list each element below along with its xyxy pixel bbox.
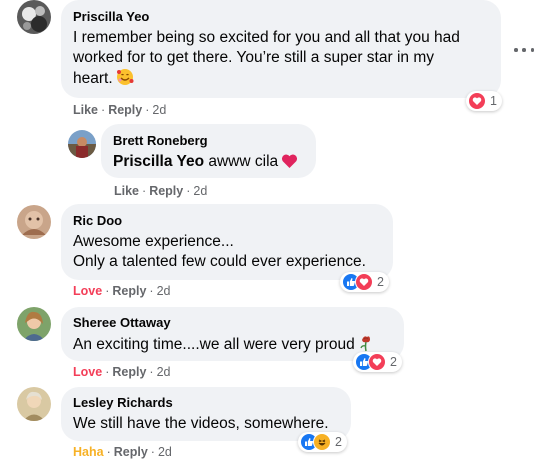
smiling-face-with-hearts-emoji [116,68,134,92]
reply-button[interactable]: Reply [114,445,148,459]
comment-text: I remember being so excited for you and … [73,28,489,92]
comment-author[interactable]: Ric Doo [73,213,381,229]
haha-reaction-icon [313,433,331,451]
dot [530,48,534,52]
like-button[interactable]: Like [73,103,98,117]
avatar-ric-doo[interactable] [17,205,51,239]
reaction-count: 1 [490,94,497,108]
reply-button[interactable]: Reply [108,103,142,117]
comment-author[interactable]: Priscilla Yeo [73,9,489,25]
separator: · [105,365,110,379]
separator: · [150,445,155,459]
more-options-icon[interactable] [514,44,534,56]
comment-text-fragment: heart. [73,70,113,87]
comment-actions: Love · Reply · 2d [73,283,170,299]
comment-text-line: worked for to get there. You’re still a … [73,49,434,66]
avatar-sheree-ottaway[interactable] [17,307,51,341]
reaction-summary[interactable]: 2 [340,272,389,292]
comment-author[interactable]: Brett Roneberg [113,133,304,149]
reply-button[interactable]: Reply [112,284,146,298]
avatar-brett-roneberg[interactable] [68,130,96,158]
comment-text: We still have the videos, somewhere. [73,415,329,432]
mention-link[interactable]: Priscilla Yeo [113,153,204,170]
separator: · [101,103,106,117]
separator: · [186,184,191,198]
comment-text-fragment: An exciting time....we all were very pro… [73,336,355,353]
comment-actions: Like · Reply · 2d [114,183,207,199]
timestamp[interactable]: 2d [157,365,171,379]
haha-button[interactable]: Haha [73,445,104,459]
comment-author[interactable]: Sheree Ottaway [73,315,392,331]
love-reaction-icon [368,353,386,371]
reply-button[interactable]: Reply [149,184,183,198]
red-heart-emoji [281,153,298,175]
separator: · [149,365,154,379]
comment-bubble: Brett Roneberg Priscilla Yeo awww cila [101,124,316,178]
love-button[interactable]: Love [73,365,102,379]
comment-author[interactable]: Lesley Richards [73,395,339,411]
comment-text-line: Only a talented few could ever experienc… [73,253,366,270]
avatar-lesley-richards[interactable] [17,387,51,421]
separator: · [105,284,110,298]
reply-button[interactable]: Reply [112,365,146,379]
reaction-summary[interactable]: 2 [298,432,347,452]
comment-actions: Haha · Reply · 2d [73,444,172,460]
reaction-summary[interactable]: 1 [466,91,502,111]
comment-bubble: Priscilla Yeo I remember being so excite… [61,0,501,98]
comment-bubble: Ric Doo Awesome experience... Only a tal… [61,204,393,280]
reaction-count: 2 [377,275,384,289]
reaction-count: 2 [335,435,342,449]
comment-text: An exciting time....we all were very pro… [73,334,392,358]
comment-text-line: I remember being so excited for you and … [73,29,460,46]
dot [522,48,526,52]
avatar-priscilla-yeo[interactable] [17,0,51,34]
timestamp[interactable]: 2d [152,103,166,117]
comment-bubble: Sheree Ottaway An exciting time....we al… [61,307,404,361]
comment-text-line: heart. [73,68,489,92]
love-reaction-icon [355,273,373,291]
separator: · [106,445,111,459]
timestamp[interactable]: 2d [158,445,172,459]
reaction-summary[interactable]: 2 [353,352,402,372]
like-button[interactable]: Like [114,184,139,198]
timestamp[interactable]: 2d [193,184,207,198]
timestamp[interactable]: 2d [157,284,171,298]
comment-actions: Love · Reply · 2d [73,364,170,380]
separator: · [145,103,150,117]
separator: · [142,184,147,198]
comment-text-line: Awesome experience... [73,233,234,250]
comment-text: Awesome experience... Only a talented fe… [73,232,381,272]
separator: · [149,284,154,298]
comment-text-fragment: awww cila [204,153,279,170]
comment-text: Priscilla Yeo awww cila [113,152,304,175]
dot [514,48,518,52]
comment-actions: Like · Reply · 2d [73,102,166,118]
love-button[interactable]: Love [73,284,102,298]
reaction-count: 2 [390,355,397,369]
love-reaction-icon [468,92,486,110]
